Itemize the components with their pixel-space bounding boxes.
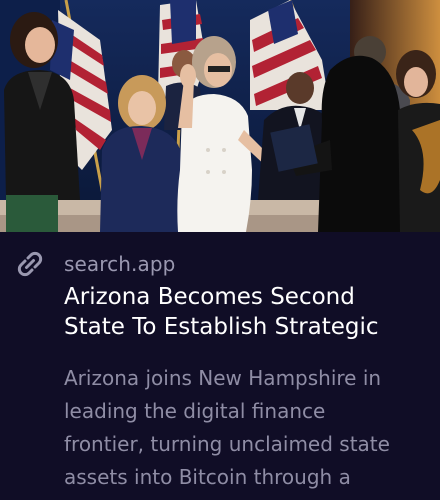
swearing-in-photo (0, 0, 440, 232)
link-title[interactable]: Arizona Becomes Second State To Establis… (64, 282, 432, 342)
link-description-line: leading the digital finance (64, 399, 326, 423)
link-title-line: State To Establish Strategic (64, 314, 379, 340)
person (396, 50, 440, 232)
link-preview-meta: search.app Arizona Becomes Second State … (0, 232, 440, 500)
link-title-line: Arizona Becomes Second (64, 284, 355, 310)
link-description-line: assets into Bitcoin through a (64, 465, 351, 489)
link-description: Arizona joins New Hampshire in leading t… (64, 362, 434, 494)
link-description-line: frontier, turning unclaimed state (64, 432, 390, 456)
source-domain[interactable]: search.app (64, 252, 175, 276)
link-icon (14, 248, 46, 280)
link-preview-image[interactable] (0, 0, 440, 232)
link-description-line: Arizona joins New Hampshire in (64, 366, 382, 390)
link-preview-card[interactable]: search.app Arizona Becomes Second State … (0, 0, 440, 500)
source-row: search.app (14, 248, 175, 280)
